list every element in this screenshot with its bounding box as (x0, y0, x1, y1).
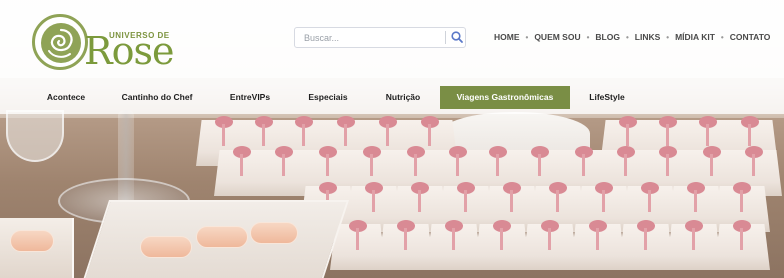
top-navigation: HOME • QUEM SOU • BLOG • LINKS • MÍDIA K… (494, 32, 770, 42)
category-lifestyle[interactable]: LifeStyle (580, 86, 634, 109)
shrimp (250, 222, 298, 244)
ribbon-bow (363, 146, 381, 176)
ribbon-bow (733, 182, 751, 212)
nav-quem-sou[interactable]: QUEM SOU (534, 32, 580, 42)
ribbon-bow (379, 116, 397, 146)
nav-blog[interactable]: BLOG (595, 32, 620, 42)
ribbon-bow (319, 146, 337, 176)
ribbon-bow (541, 220, 559, 250)
category-nutricao[interactable]: Nutrição (376, 86, 430, 109)
ribbon-bow (457, 182, 475, 212)
search-box (294, 27, 466, 48)
ribbon-bow (407, 146, 425, 176)
ribbon-bow (233, 146, 251, 176)
ribbon-bow (595, 182, 613, 212)
ribbon-bow (295, 116, 313, 146)
ribbon-bow (489, 146, 507, 176)
category-menu: Acontece Cantinho do Chef EntreVIPs Espe… (0, 78, 784, 114)
site-logo[interactable]: UNIVERSO DE Rose (32, 14, 192, 72)
search-divider (445, 31, 446, 44)
ribbon-bow (733, 220, 751, 250)
ribbon-bow (619, 116, 637, 146)
ribbon-bow (637, 220, 655, 250)
nav-separator: • (720, 32, 724, 42)
ribbon-bow (549, 182, 567, 212)
search-input[interactable] (295, 28, 445, 47)
nav-contato[interactable]: CONTATO (730, 32, 771, 42)
shrimp (10, 230, 54, 252)
nav-separator: • (625, 32, 629, 42)
ribbon-bow (531, 146, 549, 176)
category-entrevips[interactable]: EntreVIPs (220, 86, 280, 109)
ribbon-bow (411, 182, 429, 212)
ribbon-bow (687, 182, 705, 212)
ribbon-bow (503, 182, 521, 212)
shrimp (196, 226, 248, 248)
shrimp (140, 236, 192, 258)
rose-logo-icon (32, 14, 88, 70)
ribbon-bow (397, 220, 415, 250)
ribbon-bow (659, 116, 677, 146)
nav-links[interactable]: LINKS (635, 32, 661, 42)
ribbon-bow (421, 116, 439, 146)
category-viagens-gastronomicas[interactable]: Viagens Gastronômicas (440, 86, 570, 109)
ribbon-bow (215, 116, 233, 146)
ribbon-bow (659, 146, 677, 176)
ribbon-bow (449, 146, 467, 176)
ribbon-bow (365, 182, 383, 212)
logo-title: Rose (84, 29, 174, 73)
ribbon-bow (255, 116, 273, 146)
ribbon-bow (699, 116, 717, 146)
ribbon-bow (741, 116, 759, 146)
ribbon-bow (641, 182, 659, 212)
site-header: UNIVERSO DE Rose HOME • QUEM SOU • BLOG … (0, 0, 784, 78)
category-especiais[interactable]: Especiais (298, 86, 358, 109)
nav-midia-kit[interactable]: MÍDIA KIT (675, 32, 715, 42)
category-acontece[interactable]: Acontece (30, 86, 102, 109)
nav-home[interactable]: HOME (494, 32, 520, 42)
ribbon-bow (349, 220, 367, 250)
category-cantinho-do-chef[interactable]: Cantinho do Chef (112, 86, 202, 109)
ribbon-bow (745, 146, 763, 176)
ribbon-bow (319, 182, 337, 212)
nav-separator: • (666, 32, 670, 42)
ribbon-bow (275, 146, 293, 176)
ribbon-bow (337, 116, 355, 146)
nav-separator: • (586, 32, 590, 42)
ribbon-bow (703, 146, 721, 176)
ribbon-bow (575, 146, 593, 176)
ribbon-bow (617, 146, 635, 176)
ribbon-bow (445, 220, 463, 250)
nav-separator: • (525, 32, 529, 42)
search-icon[interactable] (450, 30, 464, 44)
ribbon-bow (589, 220, 607, 250)
ribbon-bow (493, 220, 511, 250)
ribbon-bow (685, 220, 703, 250)
